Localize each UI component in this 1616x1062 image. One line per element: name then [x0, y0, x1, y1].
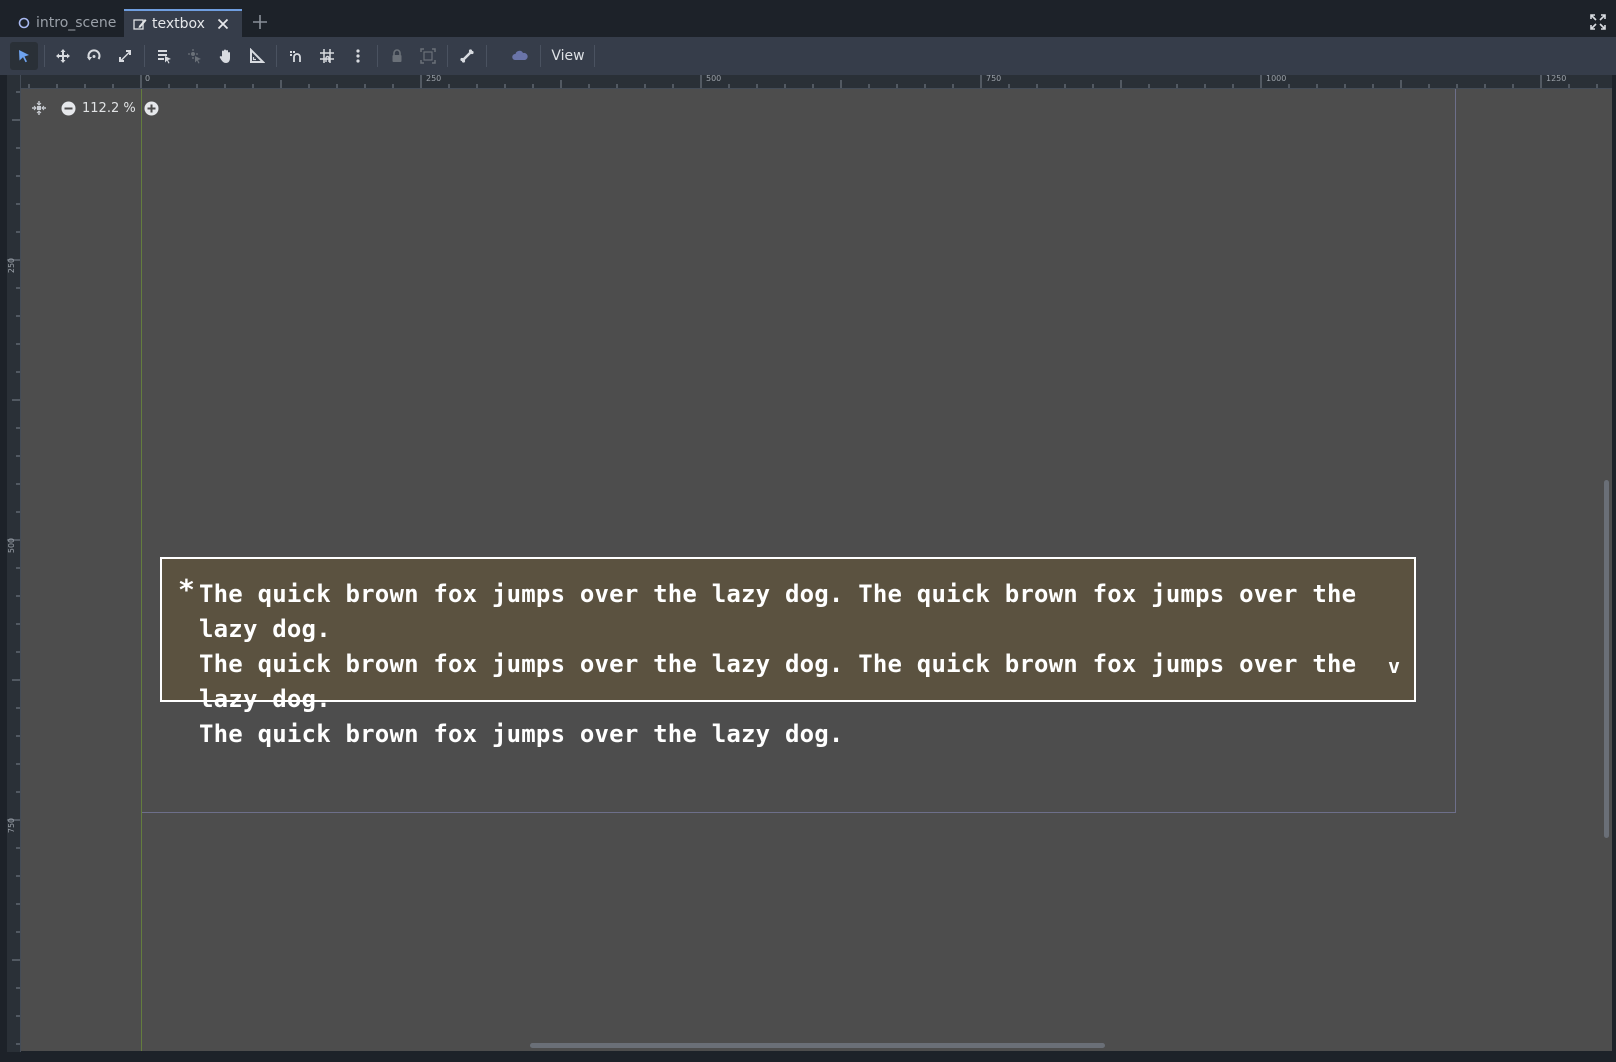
horizontal-ruler-ticks	[28, 75, 1598, 88]
tab-intro-scene[interactable]: intro_scene	[8, 9, 123, 37]
scene-tab-bar: intro_scene textbox	[0, 0, 1616, 37]
ruler-label: 1250	[1546, 75, 1567, 83]
vertical-ruler-ticks	[7, 91, 20, 1045]
tab-textbox[interactable]: textbox	[124, 9, 242, 37]
canvas-toolbar: View	[0, 37, 1616, 75]
ruler-label: 500	[7, 537, 17, 554]
bottom-panel-edge	[0, 1052, 1616, 1062]
grid-snap-icon	[319, 48, 335, 64]
canvas-viewport[interactable]: 112.2 % * The quick brown fox jumps over…	[21, 89, 1612, 1051]
continue-indicator: v	[1387, 654, 1400, 678]
toolbar-separator	[447, 45, 448, 67]
select-tool-icon	[16, 48, 32, 64]
tab-label: textbox	[152, 16, 205, 32]
move-mode-button[interactable]	[49, 42, 77, 70]
horizontal-ruler[interactable]: 0 250 500 750 1000 1250	[20, 75, 1612, 89]
rotate-mode-button[interactable]	[80, 42, 108, 70]
grid-snap-button[interactable]	[313, 42, 341, 70]
move-tool-icon	[55, 48, 71, 64]
scene-circle-icon	[18, 17, 30, 29]
smart-snap-icon	[288, 48, 304, 64]
zoom-level[interactable]: 112.2 %	[82, 101, 136, 116]
edit-scene-icon	[133, 17, 147, 31]
dialogue-text: The quick brown fox jumps over the lazy …	[199, 577, 1379, 752]
horizontal-scrollbar[interactable]	[530, 1043, 1105, 1048]
toolbar-separator	[276, 45, 277, 67]
toolbar-separator	[486, 45, 487, 67]
ruler-label: 1000	[1266, 75, 1287, 83]
ruler-mode-button[interactable]	[243, 42, 271, 70]
add-tab-button[interactable]	[248, 10, 272, 34]
vertical-scrollbar[interactable]	[1604, 480, 1609, 838]
zoom-out-icon[interactable]	[61, 101, 76, 116]
center-view-icon[interactable]	[31, 100, 47, 116]
rotate-tool-icon	[86, 48, 102, 64]
pivot-icon	[187, 48, 203, 64]
more-options-icon	[350, 48, 366, 64]
snap-options-button[interactable]	[344, 42, 372, 70]
speaker-marker: *	[178, 573, 195, 606]
vertical-ruler[interactable]: 250 500 750	[7, 75, 21, 1052]
pivot-button[interactable]	[181, 42, 209, 70]
view-menu-button[interactable]: View	[547, 42, 589, 70]
select-mode-button[interactable]	[10, 42, 38, 70]
list-select-icon	[156, 48, 172, 64]
skeleton-bone-icon	[459, 48, 475, 64]
smart-snap-button[interactable]	[282, 42, 310, 70]
pan-mode-button[interactable]	[212, 42, 240, 70]
toolbar-separator	[44, 45, 45, 67]
group-button[interactable]	[414, 42, 442, 70]
ruler-label: 0	[145, 75, 151, 83]
skeleton-button[interactable]	[453, 42, 481, 70]
tab-label: intro_scene	[36, 15, 117, 31]
pan-hand-icon	[218, 48, 234, 64]
emitter-cloud-icon	[512, 48, 528, 64]
distraction-free-button[interactable]	[1586, 10, 1610, 34]
toolbar-separator	[540, 45, 541, 67]
close-tab-icon[interactable]	[217, 18, 229, 30]
ruler-label: 500	[706, 75, 722, 83]
scale-mode-button[interactable]	[111, 42, 139, 70]
zoom-controls: 112.2 %	[31, 97, 159, 119]
origin-axis-line	[141, 89, 142, 1051]
toolbar-separator	[377, 45, 378, 67]
expand-icon	[1586, 10, 1610, 34]
lock-icon	[389, 48, 405, 64]
zoom-in-icon[interactable]	[144, 101, 159, 116]
list-select-button[interactable]	[150, 42, 178, 70]
dialogue-textbox[interactable]: * The quick brown fox jumps over the laz…	[160, 557, 1416, 748]
dialogue-line: The quick brown fox jumps over the lazy …	[199, 720, 844, 748]
toolbar-separator	[144, 45, 145, 67]
ruler-label: 750	[986, 75, 1002, 83]
group-icon	[420, 48, 436, 64]
ruler-label: 250	[426, 75, 442, 83]
dialogue-line: The quick brown fox jumps over the lazy …	[199, 650, 1357, 713]
ruler-label: 250	[7, 257, 17, 274]
emitter-button[interactable]	[506, 42, 534, 70]
scale-tool-icon	[117, 48, 133, 64]
ruler-label: 750	[7, 817, 17, 834]
ruler-icon	[249, 48, 265, 64]
lock-button[interactable]	[383, 42, 411, 70]
dialogue-line: The quick brown fox jumps over the lazy …	[199, 580, 1357, 643]
toolbar-separator	[594, 45, 595, 67]
